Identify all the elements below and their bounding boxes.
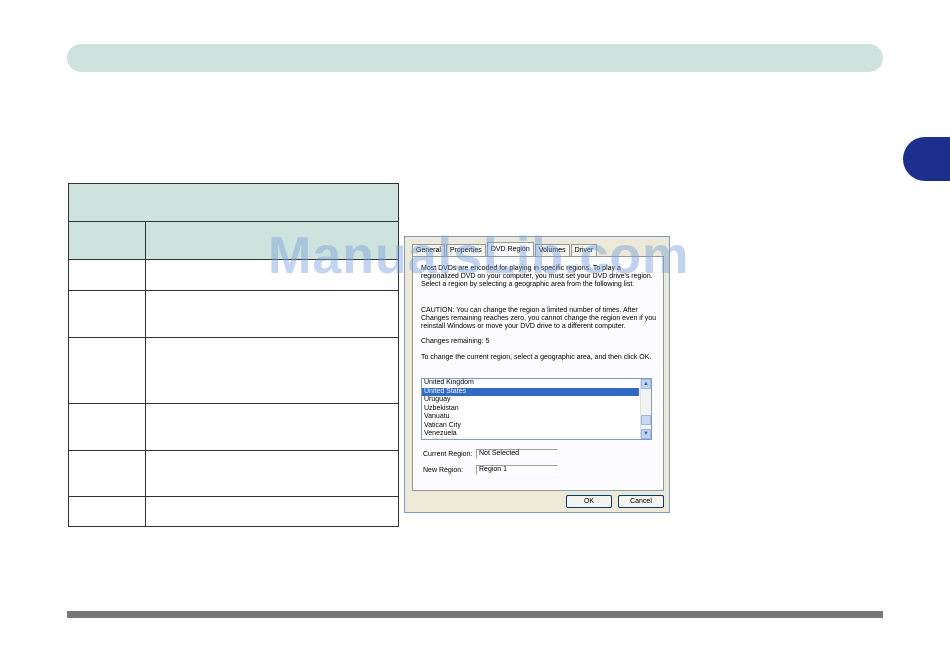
list-item[interactable]: Venezuela <box>422 430 639 439</box>
instruction-text: To change the current region, select a g… <box>421 354 652 361</box>
table-row <box>69 404 398 451</box>
list-item[interactable]: Vatican City <box>422 422 639 431</box>
list-item[interactable]: Vanuatu <box>422 413 639 422</box>
changes-remaining: Changes remaining: 5 <box>421 338 490 345</box>
watermark: ManualsLib.com <box>268 227 690 285</box>
list-item[interactable]: Uruguay <box>422 396 639 405</box>
list-item-selected[interactable]: United States <box>422 387 639 396</box>
scroll-up-icon[interactable]: ▲ <box>641 379 651 389</box>
new-region-field: Region 1 <box>476 465 558 475</box>
table-row <box>69 497 398 527</box>
current-region-field: Not Selected <box>476 449 558 459</box>
table-row <box>69 291 398 338</box>
cancel-button[interactable]: Cancel <box>618 495 664 508</box>
list-scrollbar[interactable]: ▲ ▼ <box>640 379 651 439</box>
scroll-down-icon[interactable]: ▼ <box>641 429 651 439</box>
chapter-tab <box>903 137 950 181</box>
table-row <box>69 451 398 497</box>
new-region-label: New Region: <box>423 467 464 474</box>
list-item[interactable]: Uzbekistan <box>422 405 639 414</box>
table-row <box>69 338 398 404</box>
header-bar <box>67 44 883 72</box>
scroll-thumb[interactable] <box>641 415 651 425</box>
table-title-row <box>69 184 398 222</box>
column-divider <box>145 222 146 526</box>
list-item[interactable]: United Kingdom <box>422 379 639 388</box>
ok-button[interactable]: OK <box>566 495 612 508</box>
dvd-region-panel: Most DVDs are encoded for playing in spe… <box>412 256 664 491</box>
region-listbox[interactable]: United Kingdom United States Uruguay Uzb… <box>421 378 652 440</box>
caution-text: CAUTION: You can change the region a lim… <box>421 307 657 330</box>
footer-rule <box>67 611 883 618</box>
current-region-label: Current Region: <box>423 451 473 458</box>
